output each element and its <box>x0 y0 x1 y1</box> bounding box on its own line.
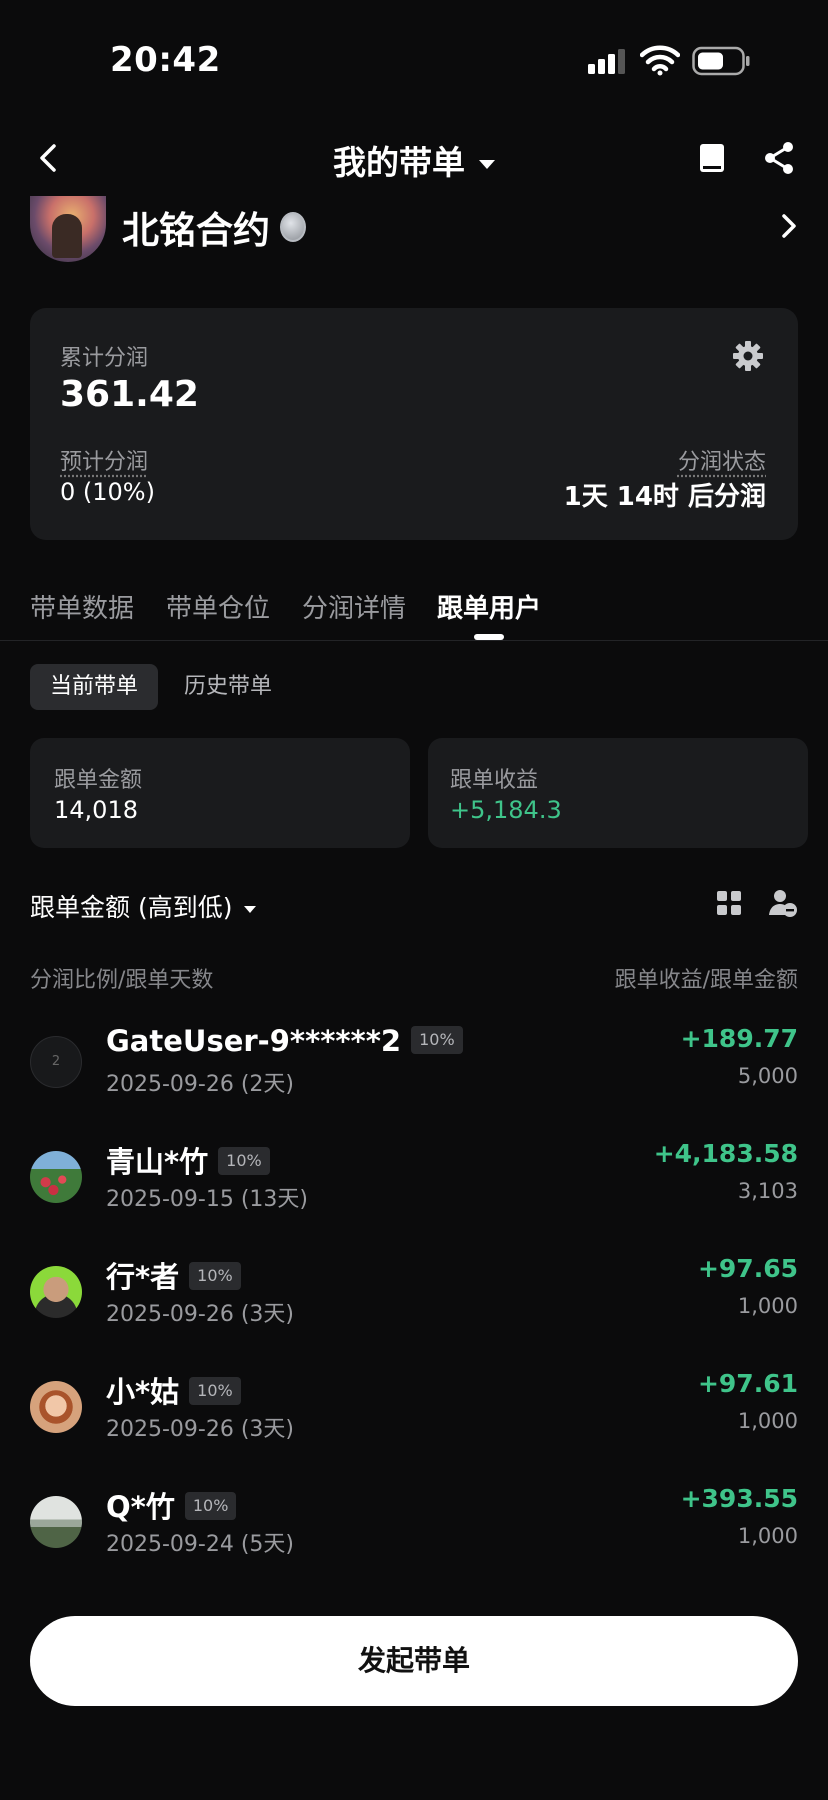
expected-profit-label[interactable]: 预计分润 <box>60 444 148 476</box>
ratio-badge: 10% <box>189 1262 241 1290</box>
follower-row[interactable]: 行*者 10% 2025-09-26 (3天) +97.65 1,000 <box>0 1238 828 1353</box>
start-copy-trading-button[interactable]: 发起带单 <box>30 1616 798 1706</box>
follow-amount-card: 跟单金额 14,018 <box>30 738 410 848</box>
avatar <box>30 1496 82 1548</box>
avatar: 2 <box>30 1036 82 1088</box>
ratio-badge: 10% <box>411 1026 463 1054</box>
avatar <box>30 1381 82 1433</box>
remove-user-icon[interactable] <box>768 888 798 918</box>
subtab-current[interactable]: 当前带单 <box>30 664 158 710</box>
follower-name-line: 青山*竹 10% <box>106 1139 270 1181</box>
follower-name: 小*姑 <box>106 1375 180 1409</box>
status-time: 20:42 <box>110 40 221 80</box>
follower-amount: 3,103 <box>737 1179 798 1203</box>
follower-name-line: 行*者 10% <box>106 1254 241 1296</box>
follower-pnl: +97.65 <box>697 1254 798 1283</box>
tab-profit-details[interactable]: 分润详情 <box>302 588 406 625</box>
medal-icon <box>280 212 306 242</box>
follower-amount: 1,000 <box>737 1294 798 1318</box>
follower-pnl: +189.77 <box>680 1024 798 1053</box>
follower-row[interactable]: 小*姑 10% 2025-09-26 (3天) +97.61 1,000 <box>0 1353 828 1468</box>
follow-date: 2025-09-26 (3天) <box>106 1417 295 1442</box>
avatar[interactable] <box>30 196 106 262</box>
follower-name-line: Q*竹 10% <box>106 1484 237 1526</box>
total-profit-value: 361.42 <box>60 374 199 415</box>
divider <box>0 640 828 641</box>
column-header-left: 分润比例/跟单天数 <box>30 968 214 993</box>
tab-copy-data[interactable]: 带单数据 <box>30 588 134 625</box>
follower-row[interactable]: 2 GateUser-9******2 10% 2025-09-26 (2天) +… <box>0 1008 828 1123</box>
follower-name: GateUser-9******2 <box>106 1024 402 1058</box>
sort-dropdown[interactable]: 跟单金额 (高到低) <box>30 888 257 924</box>
follow-profit-value: +5,184.3 <box>450 796 562 824</box>
follow-profit-card: 跟单收益 +5,184.3 <box>428 738 808 848</box>
subtab-history[interactable]: 历史带单 <box>184 664 272 710</box>
profile-name[interactable]: 北铭合约 <box>122 200 270 254</box>
wifi-icon <box>640 45 680 76</box>
follower-pnl: +393.55 <box>680 1484 798 1513</box>
tab-followers[interactable]: 跟单用户 <box>437 588 541 625</box>
follower-pnl: +4,183.58 <box>653 1139 798 1168</box>
follower-amount: 5,000 <box>737 1064 798 1088</box>
sort-label: 跟单金额 (高到低) <box>30 893 233 922</box>
follower-pnl: +97.61 <box>697 1369 798 1398</box>
avatar <box>30 1151 82 1203</box>
follow-date: 2025-09-26 (3天) <box>106 1302 295 1327</box>
follower-name-line: 小*姑 10% <box>106 1369 241 1411</box>
chevron-right-icon[interactable] <box>780 212 798 240</box>
grid-view-icon[interactable] <box>716 890 742 916</box>
follow-date: 2025-09-24 (5天) <box>106 1532 295 1557</box>
profit-status-value: 1天 14时 后分润 <box>563 482 766 512</box>
page-title-label: 我的带单 <box>333 143 465 182</box>
follower-name-line: GateUser-9******2 10% <box>106 1024 463 1058</box>
follower-amount: 1,000 <box>737 1524 798 1548</box>
avatar <box>30 1266 82 1318</box>
follower-name: 行*者 <box>106 1260 180 1294</box>
ratio-badge: 10% <box>218 1147 270 1175</box>
total-profit-label: 累计分润 <box>60 346 149 371</box>
follower-name: Q*竹 <box>106 1490 175 1524</box>
tab-positions[interactable]: 带单仓位 <box>166 588 270 625</box>
ratio-badge: 10% <box>189 1377 241 1405</box>
follower-row[interactable]: Q*竹 10% 2025-09-24 (5天) +393.55 1,000 <box>0 1468 828 1583</box>
follow-date: 2025-09-26 (2天) <box>106 1072 295 1097</box>
expected-profit-value: 0 (10%) <box>60 478 155 506</box>
gear-icon[interactable] <box>732 340 764 372</box>
chevron-down-icon <box>479 160 495 169</box>
follower-amount: 1,000 <box>737 1409 798 1433</box>
follow-amount-label: 跟单金额 <box>54 768 143 793</box>
follower-row[interactable]: 青山*竹 10% 2025-09-15 (13天) +4,183.58 3,103 <box>0 1123 828 1238</box>
profit-status-label[interactable]: 分润状态 <box>678 444 766 476</box>
book-icon[interactable] <box>698 142 726 174</box>
cellular-signal-icon <box>588 49 625 74</box>
battery-icon <box>692 46 750 76</box>
follow-profit-label: 跟单收益 <box>450 768 539 793</box>
follower-name: 青山*竹 <box>106 1145 209 1179</box>
share-icon[interactable] <box>763 140 795 176</box>
follow-date: 2025-09-15 (13天) <box>106 1187 309 1212</box>
follow-amount-value: 14,018 <box>54 796 138 824</box>
ratio-badge: 10% <box>184 1492 237 1520</box>
caret-down-icon <box>244 905 257 913</box>
column-header-right: 跟单收益/跟单金额 <box>614 968 798 993</box>
